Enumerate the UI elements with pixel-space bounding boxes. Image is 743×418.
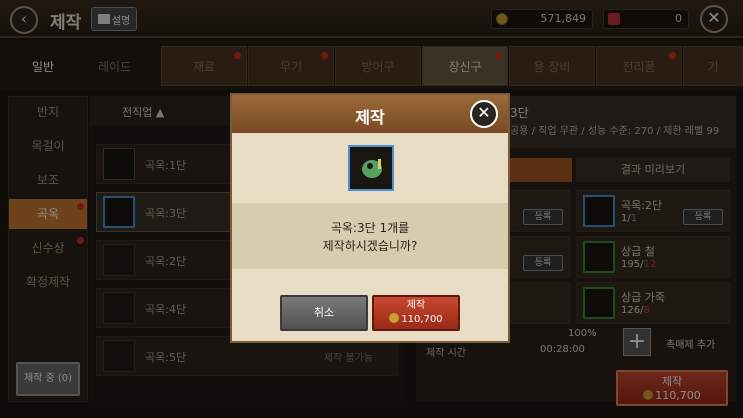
craft-confirm-dialog: 제작 ✕ 곡옥:3단 1개를 제작하시겠습니까? 취소 제작 110,700	[230, 93, 510, 343]
dialog-close-button[interactable]: ✕	[470, 100, 498, 128]
dialog-message-line1: 곡옥:3단 1개를	[330, 221, 410, 235]
dialog-title: 제작	[355, 108, 385, 127]
coin-icon	[389, 313, 400, 323]
confirm-craft-label: 제작	[406, 300, 426, 311]
dialog-header: 제작 ✕	[232, 95, 508, 133]
confirm-craft-cost-value: 110,700	[401, 314, 443, 325]
cancel-button[interactable]: 취소	[280, 295, 368, 331]
confirm-craft-cost: 110,700	[374, 313, 458, 327]
close-icon: ✕	[477, 103, 491, 122]
jade-icon	[348, 145, 394, 191]
confirm-craft-button[interactable]: 제작 110,700	[372, 295, 460, 331]
dialog-message-line2: 제작하시겠습니까?	[322, 239, 418, 253]
dialog-message-box: 곡옥:3단 1개를 제작하시겠습니까?	[232, 203, 508, 269]
